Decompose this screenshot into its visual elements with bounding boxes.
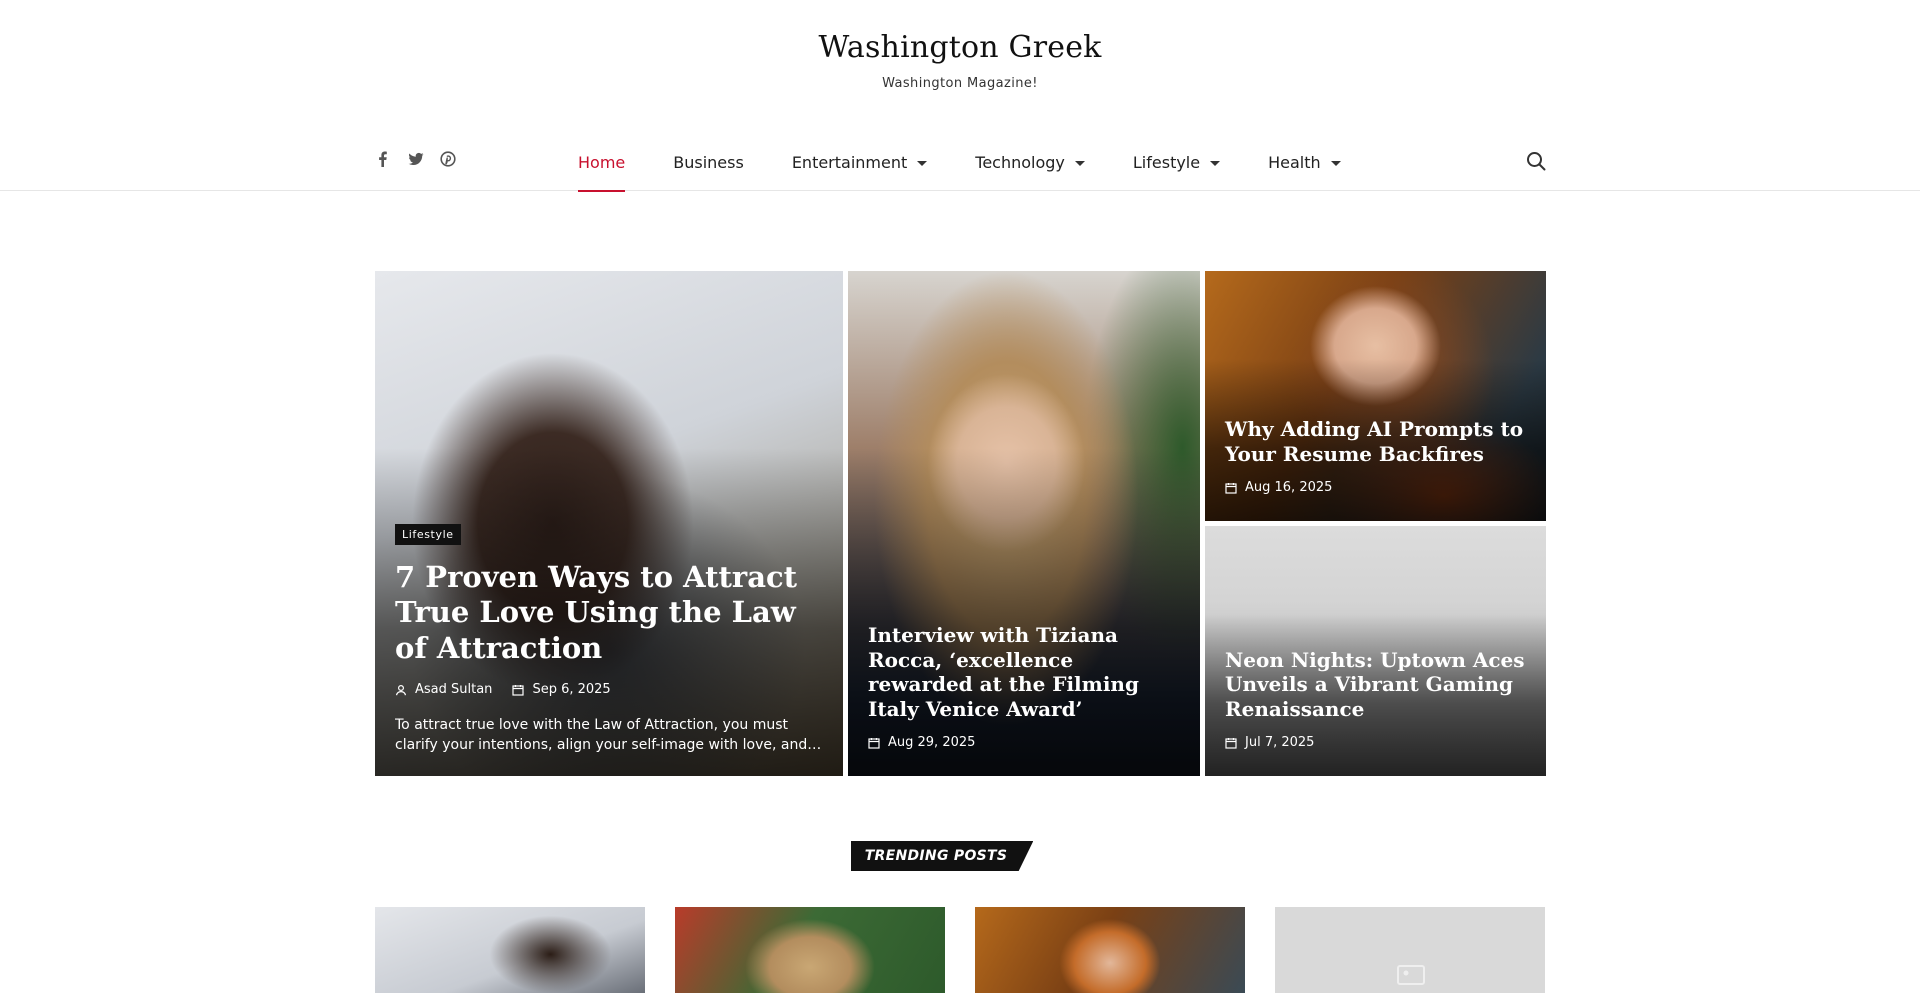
trending-posts-label: TRENDING POSTS	[850, 841, 1034, 871]
chevron-down-icon	[1330, 160, 1341, 166]
date-meta: Jul 7, 2025	[1225, 735, 1526, 750]
nav-item-home[interactable]: Home	[578, 133, 626, 192]
card-excerpt: To attract true love with the Law of Att…	[395, 717, 822, 754]
main-navbar: Home Business Entertainment Technology L…	[0, 133, 1920, 192]
chevron-down-icon	[1210, 160, 1221, 166]
featured-grid: Lifestyle 7 Proven Ways to Attract True …	[375, 271, 1546, 776]
nav-item-label: Technology	[975, 152, 1065, 172]
facebook-icon[interactable]	[376, 151, 390, 167]
trending-thumbnail[interactable]	[975, 907, 1245, 993]
card-content: Why Adding AI Prompts to Your Resume Bac…	[1225, 417, 1526, 495]
nav-item-business[interactable]: Business	[673, 133, 744, 191]
category-badge[interactable]: Lifestyle	[395, 523, 461, 545]
post-date: Aug 16, 2025	[1245, 480, 1333, 495]
trending-thumbnail[interactable]	[1275, 907, 1545, 993]
image-placeholder-icon	[1397, 965, 1425, 985]
card-title[interactable]: Interview with Tiziana Rocca, ‘excellenc…	[868, 623, 1180, 721]
site-tagline: Washington Magazine!	[882, 76, 1038, 91]
calendar-icon	[512, 684, 525, 696]
featured-main-card[interactable]: Lifestyle 7 Proven Ways to Attract True …	[375, 271, 843, 776]
primary-menu: Home Business Entertainment Technology L…	[578, 133, 1389, 192]
post-date: Aug 29, 2025	[888, 735, 976, 750]
nav-item-label: Lifestyle	[1132, 152, 1201, 172]
nav-item-label: Business	[673, 152, 744, 172]
trending-posts-row	[375, 907, 1546, 993]
card-content: Lifestyle 7 Proven Ways to Attract True …	[395, 523, 823, 756]
nav-item-technology[interactable]: Technology	[975, 133, 1085, 191]
chevron-down-icon	[1074, 160, 1085, 166]
date-meta: Sep 6, 2025	[512, 682, 611, 697]
calendar-icon	[868, 737, 880, 749]
nav-item-entertainment[interactable]: Entertainment	[791, 133, 928, 191]
card-meta: Asad Sultan Sep 6, 2025	[395, 682, 823, 697]
card-title[interactable]: Neon Nights: Uptown Aces Unveils a Vibra…	[1225, 648, 1526, 721]
social-links	[376, 151, 456, 167]
site-title[interactable]: Washington Greek	[0, 30, 1920, 65]
calendar-icon	[1225, 482, 1237, 494]
card-content: Interview with Tiziana Rocca, ‘excellenc…	[868, 623, 1180, 750]
featured-top-right-card[interactable]: Why Adding AI Prompts to Your Resume Bac…	[1205, 271, 1546, 521]
user-icon	[395, 684, 407, 695]
trending-thumbnail[interactable]	[375, 907, 645, 993]
post-date: Sep 6, 2025	[532, 682, 611, 697]
author-name: Asad Sultan	[415, 682, 493, 697]
trending-thumbnail[interactable]	[675, 907, 945, 993]
card-title[interactable]: Why Adding AI Prompts to Your Resume Bac…	[1225, 417, 1526, 466]
twitter-icon[interactable]	[408, 151, 424, 167]
date-meta: Aug 16, 2025	[1225, 480, 1526, 495]
calendar-icon	[1225, 737, 1237, 749]
nav-item-lifestyle[interactable]: Lifestyle	[1132, 133, 1221, 191]
card-title[interactable]: 7 Proven Ways to Attract True Love Using…	[395, 560, 823, 666]
chevron-down-icon	[917, 160, 928, 166]
nav-item-label: Home	[578, 152, 626, 172]
nav-item-label: Health	[1268, 152, 1321, 172]
nav-item-label: Entertainment	[791, 152, 908, 172]
search-icon[interactable]	[1525, 150, 1547, 172]
nav-item-health[interactable]: Health	[1268, 133, 1341, 191]
date-meta: Aug 29, 2025	[868, 735, 1180, 750]
featured-middle-card[interactable]: Interview with Tiziana Rocca, ‘excellenc…	[848, 271, 1200, 776]
author-meta[interactable]: Asad Sultan	[395, 682, 492, 697]
featured-bottom-right-card[interactable]: Neon Nights: Uptown Aces Unveils a Vibra…	[1205, 526, 1546, 776]
card-content: Neon Nights: Uptown Aces Unveils a Vibra…	[1225, 648, 1526, 750]
trending-header: TRENDING POSTS	[0, 841, 1920, 871]
post-date: Jul 7, 2025	[1245, 735, 1315, 750]
pinterest-icon[interactable]	[440, 151, 456, 167]
